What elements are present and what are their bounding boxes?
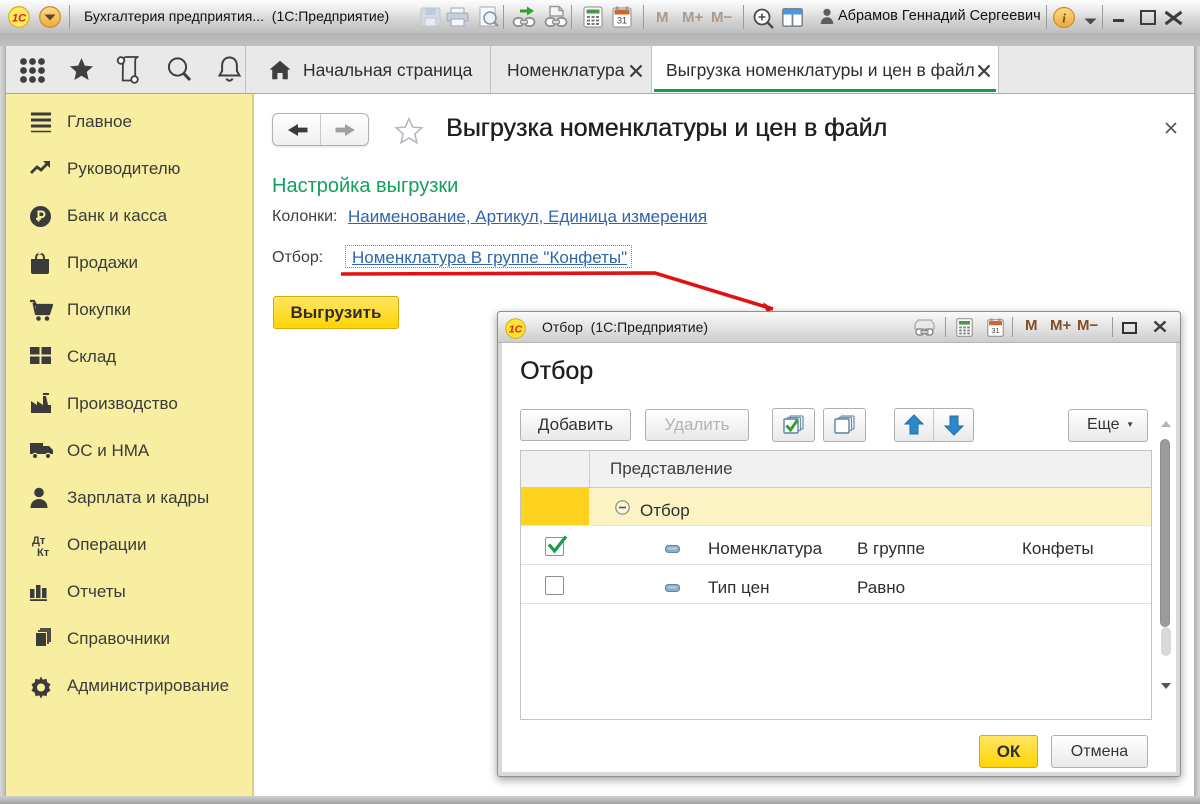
svg-text:31: 31: [991, 326, 999, 335]
svg-text:1С: 1С: [12, 13, 27, 25]
svg-text:31: 31: [617, 16, 627, 26]
svg-text:Дт: Дт: [32, 535, 46, 547]
svg-text:Кт: Кт: [37, 547, 50, 558]
svg-text:i: i: [1062, 11, 1066, 26]
svg-text:1С: 1С: [509, 324, 523, 336]
